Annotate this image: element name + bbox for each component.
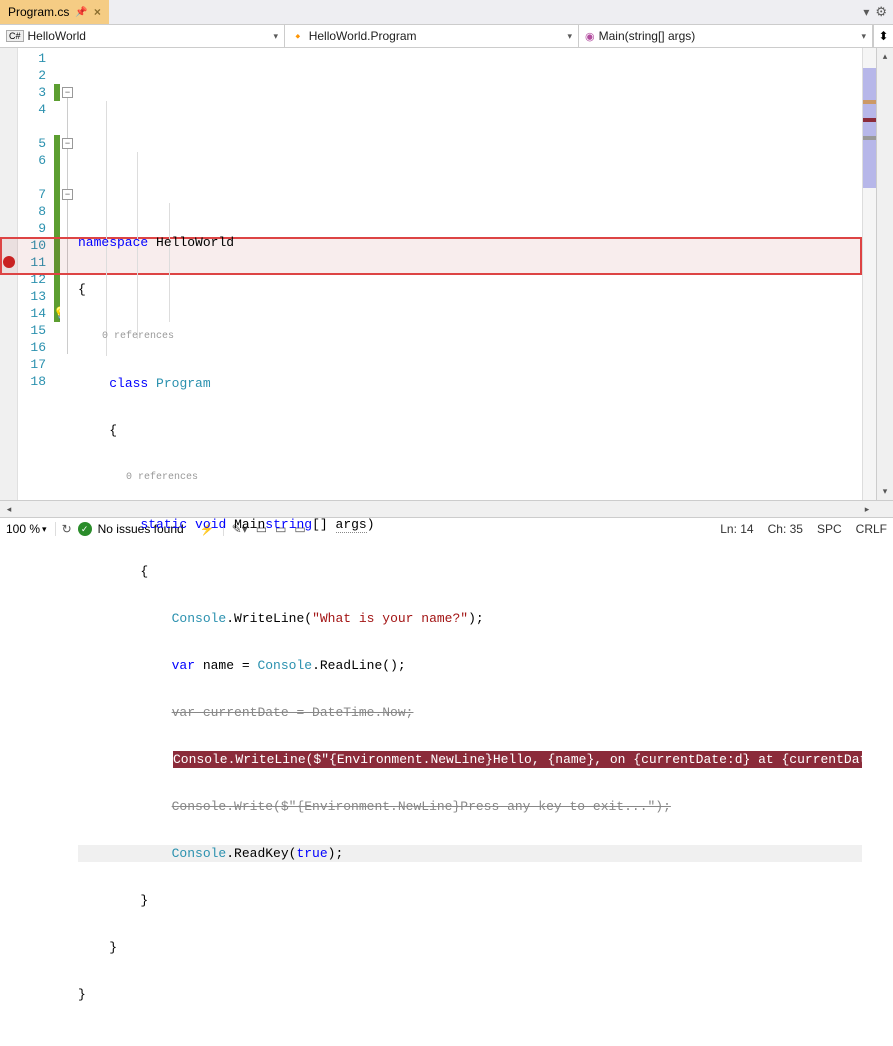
- code-line: {: [78, 281, 862, 298]
- line-number-gutter: 1 2 3 4 5 6 7 8 9 10 11 12 13 14 15 16 1…: [18, 48, 54, 500]
- line-number: 3: [18, 84, 54, 101]
- code-line: }: [78, 939, 862, 956]
- code-line: namespace HelloWorld: [78, 234, 862, 251]
- editor: 1 2 3 4 5 6 7 8 9 10 11 12 13 14 15 16 1…: [0, 48, 893, 500]
- code-line: Console.Write($"{Environment.NewLine}Pre…: [78, 798, 862, 815]
- code-line: Console.ReadKey(true);: [78, 845, 862, 862]
- scroll-down-icon[interactable]: ▾: [877, 483, 893, 500]
- overview-ruler[interactable]: [862, 48, 876, 500]
- line-number: 2: [18, 67, 54, 84]
- nav-class-text: HelloWorld.Program: [309, 29, 417, 43]
- fold-toggle[interactable]: −: [62, 189, 73, 200]
- fold-toggle[interactable]: −: [62, 87, 73, 98]
- code-line: [78, 187, 862, 204]
- line-number: 15: [18, 322, 54, 339]
- nav-namespace[interactable]: C# HelloWorld ▾: [0, 25, 285, 47]
- nav-namespace-text: HelloWorld: [28, 29, 86, 43]
- line-number: 9: [18, 220, 54, 237]
- line-number: 11: [18, 254, 54, 271]
- horizontal-scrollbar[interactable]: ◂ ▸: [0, 500, 893, 517]
- line-number: 10: [18, 237, 54, 254]
- zoom-control[interactable]: 100 % ▾: [6, 522, 56, 536]
- close-icon[interactable]: ×: [94, 5, 101, 19]
- tab-bar-tools: ▾ ⚙: [863, 0, 893, 24]
- fold-column[interactable]: − − −: [60, 48, 78, 500]
- line-number: 6: [18, 152, 54, 169]
- dropdown-icon[interactable]: ▾: [863, 5, 869, 19]
- code-line: Console.WriteLine("What is your name?");: [78, 610, 862, 627]
- line-number: 7: [18, 186, 54, 203]
- code-line: var currentDate = DateTime.Now;: [78, 704, 862, 721]
- code-line: static void Mainstring[] args): [78, 516, 862, 533]
- tab-filename: Program.cs: [8, 5, 69, 19]
- line-number: 4: [18, 101, 54, 118]
- line-number: [18, 169, 54, 186]
- code-line: var name = Console.ReadLine();: [78, 657, 862, 674]
- scroll-left-icon[interactable]: ◂: [0, 504, 18, 515]
- chevron-down-icon: ▾: [567, 31, 572, 42]
- line-number: 18: [18, 373, 54, 390]
- code-line: {: [78, 563, 862, 580]
- codelens[interactable]: 0 references: [78, 328, 862, 345]
- line-number: 14: [18, 305, 54, 322]
- chevron-down-icon: ▾: [42, 524, 47, 535]
- class-icon: 🔸: [291, 30, 305, 43]
- refresh-icon[interactable]: ↻: [62, 522, 72, 536]
- line-number: 16: [18, 339, 54, 356]
- tab-bar: Program.cs 📌 × ▾ ⚙: [0, 0, 893, 24]
- breakpoint-icon[interactable]: [3, 256, 15, 268]
- pin-icon[interactable]: 📌: [75, 7, 87, 18]
- line-number: 13: [18, 288, 54, 305]
- code-line: }: [78, 892, 862, 909]
- line-number: 8: [18, 203, 54, 220]
- zoom-value: 100 %: [6, 522, 40, 536]
- line-number: 12: [18, 271, 54, 288]
- gear-icon[interactable]: ⚙: [875, 4, 887, 20]
- code-area[interactable]: namespace HelloWorld { 0 references clas…: [78, 48, 862, 500]
- code-line: [78, 140, 862, 157]
- navigation-bar: C# HelloWorld ▾ 🔸 HelloWorld.Program ▾ ◉…: [0, 24, 893, 48]
- split-editor-icon[interactable]: ⬍: [873, 25, 893, 47]
- line-number: 1: [18, 50, 54, 67]
- code-line: [78, 1033, 862, 1046]
- code-line: }: [78, 986, 862, 1003]
- code-line: Console.WriteLine($"{Environment.NewLine…: [78, 751, 862, 768]
- code-line: class Program: [78, 375, 862, 392]
- breakpoint-margin[interactable]: [0, 48, 18, 500]
- line-number: [18, 118, 54, 135]
- chevron-down-icon: ▾: [861, 31, 866, 42]
- file-tab[interactable]: Program.cs 📌 ×: [0, 0, 109, 24]
- fold-toggle[interactable]: −: [62, 138, 73, 149]
- line-number: 17: [18, 356, 54, 373]
- method-icon: ◉: [585, 30, 595, 43]
- nav-method-text: Main(string[] args): [599, 29, 696, 43]
- code-line: {: [78, 422, 862, 439]
- vertical-scrollbar[interactable]: ▴ ▾: [876, 48, 893, 500]
- chevron-down-icon: ▾: [273, 31, 278, 42]
- scroll-up-icon[interactable]: ▴: [877, 48, 893, 65]
- nav-method[interactable]: ◉ Main(string[] args) ▾: [579, 25, 873, 47]
- nav-class[interactable]: 🔸 HelloWorld.Program ▾: [285, 25, 579, 47]
- csharp-icon: C#: [6, 30, 24, 42]
- line-number: 5: [18, 135, 54, 152]
- codelens[interactable]: 0 references: [78, 469, 862, 486]
